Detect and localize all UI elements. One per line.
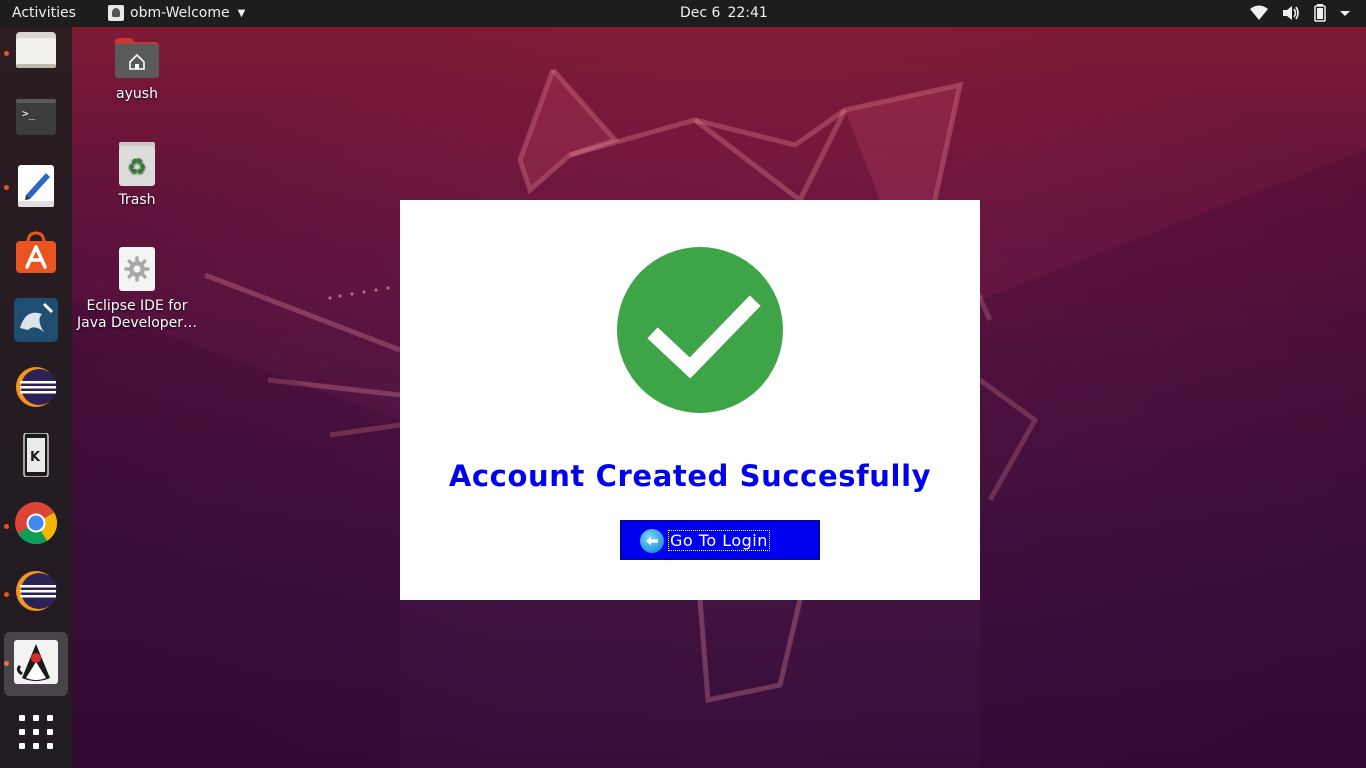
kde-connect-icon: K [23, 433, 49, 477]
dock-files[interactable] [4, 20, 68, 84]
app-menu[interactable]: obm-Welcome ▼ [108, 5, 245, 21]
arrow-left-icon [640, 529, 664, 553]
dock-chrome[interactable] [4, 493, 68, 557]
desktop-icon-home[interactable]: ayush [72, 34, 202, 103]
clock[interactable]: Dec 6 22:41 [680, 5, 768, 21]
desktop-icon-label-line1: Eclipse IDE for [86, 298, 188, 314]
home-folder-icon [115, 38, 159, 78]
success-dialog: Account Created Succesfully Go To Login [400, 200, 980, 600]
desktop-icon-label: Trash [118, 192, 156, 208]
java-duke-icon [14, 640, 58, 684]
volume-icon [1283, 6, 1299, 20]
dock-mysql-workbench[interactable] [4, 290, 68, 354]
desktop-icon-eclipse-launcher[interactable]: Eclipse IDE for Java Developer… [72, 246, 202, 332]
dock-kde-connect[interactable]: K [4, 425, 68, 489]
dock-eclipse[interactable] [4, 357, 68, 421]
java-app-icon [108, 5, 124, 21]
desktop-icon-trash[interactable]: ♻ Trash [72, 140, 202, 209]
chrome-icon [15, 502, 58, 545]
eclipse-icon [16, 571, 57, 611]
trash-icon: ♻ [119, 142, 155, 186]
software-store-icon [16, 231, 56, 273]
chevron-down-icon: ▼ [237, 7, 246, 19]
check-circle-icon [617, 247, 783, 413]
dock-java-app[interactable] [4, 632, 68, 696]
top-bar: Activities obm-Welcome ▼ Dec 6 22:41 [0, 0, 1366, 27]
dock: >_ K [0, 27, 72, 768]
app-grid-icon [19, 715, 53, 749]
dock-software[interactable] [4, 223, 68, 287]
eclipse-launcher-icon [119, 247, 155, 291]
text-editor-icon [18, 165, 54, 207]
svg-text:♻: ♻ [127, 155, 147, 180]
files-icon [16, 32, 56, 68]
eclipse-icon [16, 367, 57, 407]
clock-date: Dec 6 [680, 5, 721, 21]
desktop-icon-label: ayush [116, 86, 158, 102]
dock-eclipse-2[interactable] [4, 561, 68, 625]
system-tray[interactable] [1250, 4, 1350, 22]
mysql-workbench-icon [14, 298, 58, 342]
svg-text:K: K [30, 450, 41, 465]
success-message: Account Created Succesfully [448, 459, 932, 493]
activities-button[interactable]: Activities [12, 5, 76, 21]
wifi-icon [1250, 5, 1268, 20]
terminal-icon: >_ [16, 99, 56, 135]
clock-time: 22:41 [727, 5, 768, 21]
dock-text-editor[interactable] [4, 155, 68, 219]
svg-text:>_: >_ [22, 107, 36, 120]
app-menu-label: obm-Welcome [130, 5, 230, 21]
desktop-icon-label-line2: Java Developer… [76, 315, 198, 331]
go-to-login-button[interactable]: Go To Login [620, 520, 820, 560]
dock-terminal[interactable]: >_ [4, 87, 68, 151]
battery-icon [1314, 4, 1326, 22]
go-to-login-label: Go To Login [668, 530, 770, 551]
show-applications-button[interactable] [4, 702, 68, 766]
power-menu-caret-icon [1340, 11, 1350, 16]
